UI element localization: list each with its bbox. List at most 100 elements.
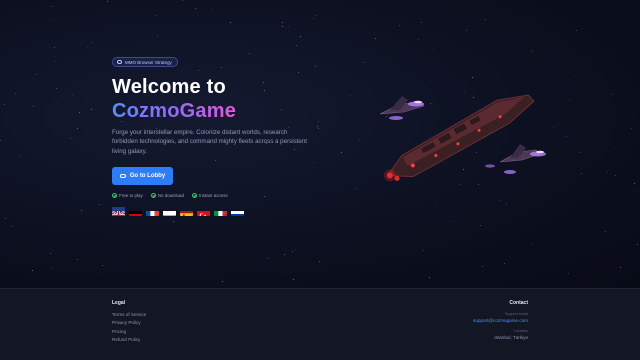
star-dot (106, 0, 108, 2)
star-dot (197, 69, 199, 71)
star-dot (633, 189, 635, 191)
star-dot (448, 220, 450, 222)
star-dot (76, 258, 78, 260)
star-dot (465, 29, 467, 31)
star-dot (471, 76, 473, 78)
check-circle-icon (192, 193, 198, 198)
star-dot (374, 37, 376, 39)
star-dot (614, 148, 616, 150)
star-dot (50, 253, 52, 255)
check-circle-icon (112, 193, 117, 198)
star-dot (15, 93, 17, 95)
star-dot (57, 101, 59, 103)
flag-turkish-icon[interactable] (197, 207, 210, 216)
terms-link[interactable]: Terms of Service (112, 312, 146, 317)
hero-section: MMO Browser Strategy Welcome to CozmoGam… (0, 0, 640, 288)
star-dot (292, 251, 293, 253)
star-dot (505, 203, 507, 205)
star-dot (72, 94, 74, 96)
fighter-ship-icon (485, 144, 546, 174)
privacy-link[interactable]: Privacy Policy (112, 320, 141, 325)
flag-english-icon[interactable] (112, 207, 125, 216)
flag-russian-icon[interactable] (231, 207, 244, 216)
flag-polish-icon[interactable] (163, 207, 176, 216)
star-dot (576, 30, 578, 32)
star-dot (98, 203, 100, 205)
support-email-label: Support email (504, 312, 528, 316)
star-dot (399, 24, 401, 26)
star-dot (220, 66, 222, 68)
star-dot (630, 128, 632, 130)
star-dot (567, 273, 569, 275)
star-dot (69, 137, 71, 139)
genre-badge: MMO Browser Strategy (112, 57, 178, 67)
hero-title-brand: CozmoGame (112, 100, 237, 122)
star-dot (568, 99, 570, 101)
hero-description: Forge your interstellar empire. Colonize… (112, 129, 308, 155)
star-dot (607, 171, 609, 173)
perk-label: Free to play (119, 193, 143, 198)
star-dot (420, 22, 422, 24)
star-dot (157, 35, 159, 37)
fighter-ship-icon (379, 96, 425, 120)
star-dot (90, 108, 92, 110)
star-dot (281, 108, 283, 110)
star-dot (313, 161, 315, 163)
star-dot (319, 261, 321, 263)
star-dot (288, 25, 290, 27)
check-circle-icon (150, 193, 156, 198)
star-dot (615, 175, 617, 177)
language-selector (112, 207, 244, 216)
star-dot (300, 36, 302, 38)
hero-title-line1: Welcome to (112, 76, 226, 98)
star-dot (433, 48, 435, 50)
refund-link[interactable]: Refund Policy (112, 337, 140, 342)
star-dot (350, 95, 352, 97)
star-dot (296, 45, 298, 47)
flag-french-icon[interactable] (146, 207, 159, 216)
location-label: Location (513, 329, 528, 333)
star-dot (264, 89, 266, 91)
star-dot (436, 203, 438, 205)
star-dot (198, 177, 200, 179)
star-dot (248, 52, 250, 54)
star-dot (155, 14, 157, 16)
star-dot (422, 250, 424, 252)
star-dot (282, 25, 284, 27)
star-dot (480, 225, 482, 227)
star-dot (340, 152, 342, 154)
star-dot (417, 39, 419, 41)
star-dot (316, 14, 318, 16)
star-dot (53, 19, 55, 21)
go-to-lobby-button[interactable]: Go to Lobby (112, 167, 173, 185)
location-value: Istanbul, Türkiye (494, 335, 528, 340)
contact-heading: Contact (509, 300, 528, 306)
perk-list: Free to play No download Instant access (112, 193, 228, 198)
genre-badge-label: MMO Browser Strategy (125, 59, 172, 65)
perk-label: Instant access (199, 193, 228, 198)
star-dot (36, 73, 38, 75)
star-dot (503, 263, 505, 265)
star-dot (484, 19, 486, 21)
star-dot (314, 66, 316, 68)
star-dot (55, 60, 57, 62)
star-dot (4, 103, 6, 105)
flag-german-icon[interactable] (129, 207, 142, 216)
star-dot (565, 135, 567, 137)
flag-italian-icon[interactable] (214, 207, 227, 216)
star-dot (293, 278, 295, 280)
star-dot (92, 42, 94, 44)
star-dot (262, 81, 264, 83)
star-dot (499, 199, 501, 201)
flag-spanish-icon[interactable] (180, 207, 193, 216)
star-dot (531, 48, 533, 50)
star-dot (181, 0, 183, 1)
star-dot (312, 18, 314, 20)
star-dot (580, 172, 582, 174)
perk-instant-access: Instant access (192, 193, 228, 198)
pricing-link[interactable]: Pricing (112, 329, 126, 334)
star-dot (364, 62, 366, 64)
star-dot (531, 51, 533, 53)
site-footer: Legal Terms of Service Privacy Policy Pr… (0, 288, 640, 360)
support-email-link[interactable]: support@cozmogame.com (473, 318, 528, 323)
